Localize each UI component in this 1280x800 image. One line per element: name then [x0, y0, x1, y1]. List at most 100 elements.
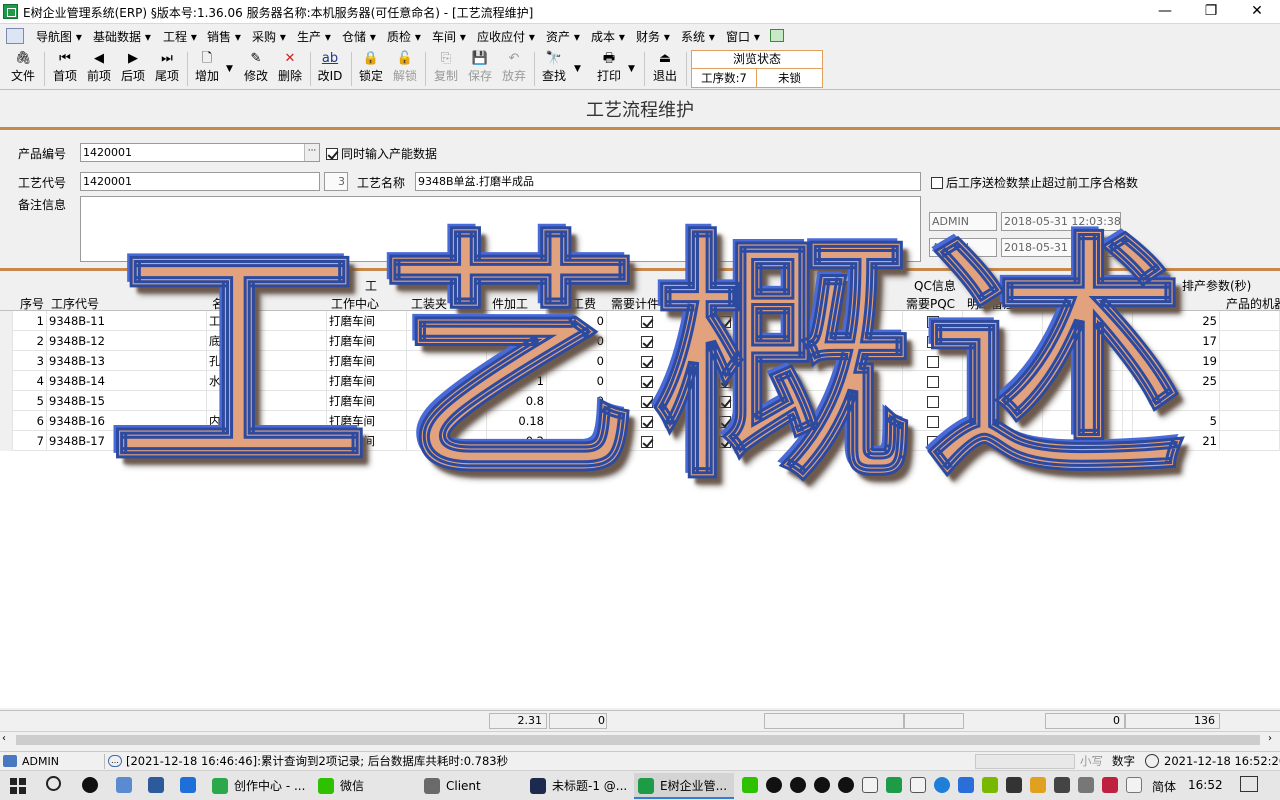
cell-code[interactable]: 9348B-11	[47, 311, 207, 331]
battery-icon[interactable]	[1054, 777, 1070, 793]
remark-textarea[interactable]	[80, 196, 921, 262]
table-row[interactable]: 7 9348B-17 工磨内侧 打磨车间 0.2 0 21	[0, 431, 1280, 451]
table-row[interactable]: 3 9348B-13 孔打磨车间 0 19	[0, 351, 1280, 371]
cell-mach[interactable]	[1220, 431, 1280, 451]
process-code-input[interactable]: 1420001	[80, 172, 320, 191]
cell-mach[interactable]	[1220, 351, 1280, 371]
tray-app-icon[interactable]	[1030, 777, 1046, 793]
menu-purchase[interactable]: 采购 ▾	[252, 28, 286, 45]
first-record-button[interactable]: ⏮ 首项	[48, 50, 82, 88]
scroll-left-icon[interactable]: ‹	[2, 733, 6, 744]
horizontal-scrollbar[interactable]: ‹ ›	[0, 731, 1280, 748]
cell-code[interactable]: 9348B-17	[47, 431, 207, 451]
cell-rem[interactable]	[963, 391, 1043, 411]
cell-flag-checkbox[interactable]	[687, 311, 763, 331]
find-dropdown-arrow-icon[interactable]: ▼	[574, 64, 581, 74]
menu-app-icon[interactable]	[6, 28, 24, 44]
print-button[interactable]: 🖶 打印	[592, 50, 626, 88]
menu-sales[interactable]: 销售 ▾	[207, 28, 241, 45]
app-taskbar-icon[interactable]	[180, 777, 196, 793]
cell-code[interactable]: 9348B-13	[47, 351, 207, 371]
taskbar-app-creation[interactable]: 创作中心 - ...	[208, 773, 308, 799]
col-header-row[interactable]: 排	[740, 295, 752, 312]
search-icon[interactable]	[46, 776, 61, 791]
cell-fixed[interactable]	[1043, 411, 1123, 431]
cell-b3[interactable]	[833, 371, 903, 391]
cell-piece-checkbox[interactable]	[607, 351, 687, 371]
file-button[interactable]: 🖇 文件	[6, 50, 40, 88]
tray-window-icon[interactable]	[1126, 777, 1142, 793]
lock-button[interactable]: 🔒 锁定	[354, 50, 388, 88]
col-header-piece[interactable]: 需要计件	[611, 295, 659, 312]
tray-erp-icon[interactable]	[886, 777, 902, 793]
unlock-button[interactable]: 🔓 解锁	[388, 50, 422, 88]
cell-b4[interactable]	[1123, 371, 1133, 391]
taskbar-app-client[interactable]: Client	[420, 773, 520, 799]
cell-fix[interactable]	[407, 411, 487, 431]
cell-name[interactable]: 水孔	[207, 371, 327, 391]
table-row[interactable]: 4 9348B-14 水孔 打磨车间 1 0 25	[0, 371, 1280, 391]
col-header-name[interactable]: 名称	[212, 295, 236, 312]
cell-rem[interactable]	[963, 371, 1043, 391]
taskbar-app-erp[interactable]: E树企业管...	[634, 773, 734, 799]
col-header-seq[interactable]: 序号	[20, 295, 44, 312]
cell-pqc-checkbox[interactable]	[903, 351, 963, 371]
cell-mach[interactable]	[1220, 391, 1280, 411]
cell-b4[interactable]	[1123, 331, 1133, 351]
next-record-button[interactable]: ▶ 后项	[116, 50, 150, 88]
notification-icon[interactable]	[1240, 776, 1258, 792]
cell-fix[interactable]	[407, 431, 487, 451]
cell-center[interactable]: 打磨车间	[327, 311, 407, 331]
cell-flag-checkbox[interactable]	[687, 431, 763, 451]
cell-sched[interactable]: 25	[1133, 371, 1220, 391]
cell-code[interactable]: 9348B-12	[47, 331, 207, 351]
cell-name[interactable]: 内侧	[207, 411, 327, 431]
cell-name[interactable]: 孔	[207, 351, 327, 371]
tray-browser-icon[interactable]	[958, 777, 974, 793]
taskbar-clock[interactable]: 16:52	[1188, 778, 1223, 792]
cell-fix[interactable]	[407, 351, 487, 371]
change-id-button[interactable]: ab 改ID	[313, 50, 347, 88]
cell-code[interactable]: 9348B-16	[47, 411, 207, 431]
product-code-input[interactable]: 1420001	[80, 143, 320, 162]
cell-time[interactable]	[487, 311, 547, 331]
cell-b3[interactable]	[833, 311, 903, 331]
cell-time[interactable]: 1	[487, 371, 547, 391]
table-row[interactable]: 5 9348B-15 打磨车间 0.8 0	[0, 391, 1280, 411]
cell-time[interactable]: 0.2	[487, 431, 547, 451]
table-row[interactable]: 6 9348B-16 内侧 打磨车间 0.18 0 5	[0, 411, 1280, 431]
cell-time[interactable]: 0.18	[487, 411, 547, 431]
print-dropdown-arrow-icon[interactable]: ▼	[628, 64, 635, 74]
cell-time[interactable]	[487, 331, 547, 351]
col-header-fixture[interactable]: 工装夹	[411, 295, 447, 312]
process-seq-input[interactable]: 3	[324, 172, 348, 191]
cell-piece-checkbox[interactable]	[607, 431, 687, 451]
exit-button[interactable]: ⏏ 退出	[648, 50, 682, 88]
menu-engineering[interactable]: 工程 ▾	[163, 28, 197, 45]
cell-mach[interactable]	[1220, 311, 1280, 331]
cell-pqc-checkbox[interactable]	[903, 411, 963, 431]
menu-workshop[interactable]: 车间 ▾	[432, 28, 466, 45]
last-record-button[interactable]: ⏭ 尾项	[150, 50, 184, 88]
menu-window[interactable]: 窗口 ▾	[726, 28, 760, 45]
cell-piece-checkbox[interactable]	[607, 311, 687, 331]
cell-pqc-checkbox[interactable]	[903, 431, 963, 451]
product-browse-button[interactable]: ···	[304, 144, 319, 161]
cell-fee[interactable]: 0	[547, 331, 607, 351]
cell-center[interactable]: 打磨车间	[327, 411, 407, 431]
explorer-taskbar-icon[interactable]	[148, 777, 164, 793]
cell-sched[interactable]: 17	[1133, 331, 1220, 351]
volume-icon[interactable]	[862, 777, 878, 793]
cell-fix[interactable]	[407, 371, 487, 391]
delete-button[interactable]: ✕ 删除	[273, 50, 307, 88]
cell-fee[interactable]: 0	[547, 351, 607, 371]
col-header-center[interactable]: 工作中心	[331, 295, 379, 312]
cell-fee[interactable]: 0	[547, 431, 607, 451]
menu-production[interactable]: 生产 ▾	[297, 28, 331, 45]
capacity-checkbox[interactable]	[326, 146, 338, 160]
taskbar-app-photoshop[interactable]: 未标题-1 @...	[526, 773, 630, 799]
cell-b4[interactable]	[1123, 311, 1133, 331]
cell-pqc-checkbox[interactable]	[903, 371, 963, 391]
cell-mach[interactable]	[1220, 331, 1280, 351]
cell-sched[interactable]: 19	[1133, 351, 1220, 371]
